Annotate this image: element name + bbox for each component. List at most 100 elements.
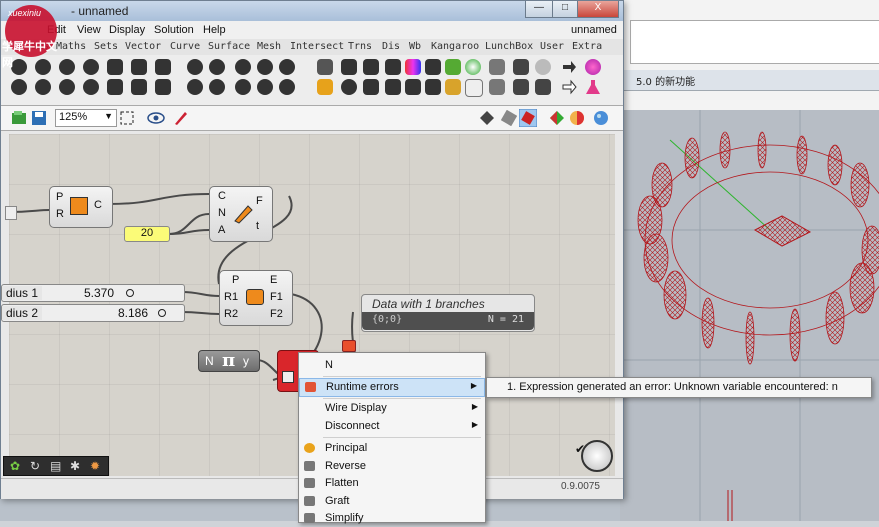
ellipse-component[interactable]: P R1 R2 E F1 F2 xyxy=(219,270,293,326)
output-pin-f1[interactable]: F1 xyxy=(270,291,283,303)
output-pin-c[interactable]: C xyxy=(94,199,102,211)
pi-expression-component[interactable]: N π y xyxy=(198,350,260,372)
zoom-select[interactable]: 125% ▼ xyxy=(55,109,117,127)
ribbon-icon[interactable] xyxy=(489,59,505,75)
arrow-right-icon[interactable] xyxy=(561,59,577,75)
output-pin-e[interactable]: E xyxy=(270,274,277,286)
tab-display[interactable]: Dis xyxy=(382,41,400,52)
ribbon-icon[interactable] xyxy=(385,59,401,75)
input-pin-p[interactable]: P xyxy=(232,274,239,286)
menu-solution[interactable]: Solution xyxy=(154,24,194,36)
color-display-icon[interactable] xyxy=(549,110,565,126)
tab-intersect[interactable]: Intersect xyxy=(290,41,344,52)
output-pin-f2[interactable]: F2 xyxy=(270,308,283,320)
menu-item-principal[interactable]: Principal xyxy=(299,440,485,457)
tab-kangaroo[interactable]: Kangaroo xyxy=(431,41,479,52)
output-pin-y[interactable]: y xyxy=(243,354,249,368)
ribbon-icon[interactable] xyxy=(209,79,225,95)
menu-item-runtime-errors[interactable]: Runtime errors ▶ xyxy=(299,378,485,397)
menu-item-wire-display[interactable]: Wire Display ▶ xyxy=(299,400,485,417)
tab-vector[interactable]: Vector xyxy=(125,41,161,52)
ribbon-icon[interactable] xyxy=(363,79,379,95)
ribbon-icon[interactable] xyxy=(131,79,147,95)
ribbon-icon[interactable] xyxy=(513,59,529,75)
ribbon-icon[interactable] xyxy=(11,79,27,95)
slider-handle[interactable] xyxy=(126,289,134,297)
tab-mesh[interactable]: Mesh xyxy=(257,41,281,52)
ribbon-icon[interactable] xyxy=(279,79,295,95)
tab-wb[interactable]: Wb xyxy=(409,41,421,52)
ribbon-icon[interactable] xyxy=(35,79,51,95)
input-pin-r1[interactable]: R1 xyxy=(224,291,238,303)
input-pin-c[interactable]: C xyxy=(218,190,226,202)
input-param-stub[interactable] xyxy=(5,206,17,220)
open-file-icon[interactable] xyxy=(11,110,27,126)
ribbon-icon[interactable] xyxy=(425,79,441,95)
minimize-button[interactable]: — xyxy=(525,1,553,18)
number-param[interactable]: 20 xyxy=(124,226,170,242)
solver-status-icon[interactable] xyxy=(581,440,613,472)
ribbon-icon[interactable] xyxy=(341,79,357,95)
flask-icon[interactable] xyxy=(585,79,601,95)
ribbon-icon[interactable] xyxy=(535,79,551,95)
zoom-extents-icon[interactable] xyxy=(119,110,137,126)
tab-user[interactable]: User xyxy=(540,41,564,52)
ribbon-icon[interactable] xyxy=(405,59,421,75)
ribbon-icon[interactable] xyxy=(155,79,171,95)
save-icon[interactable] xyxy=(31,110,47,126)
ribbon-icon[interactable] xyxy=(187,59,203,75)
menu-item-flatten[interactable]: Flatten xyxy=(299,475,485,492)
rhino-command-history[interactable] xyxy=(630,20,879,64)
preview-shaded-icon[interactable] xyxy=(501,110,517,126)
ribbon-icon[interactable] xyxy=(235,79,251,95)
maximize-button[interactable]: □ xyxy=(552,1,578,18)
ribbon-icon[interactable] xyxy=(83,59,99,75)
tab-extra[interactable]: Extra xyxy=(572,41,602,52)
ribbon-icon[interactable] xyxy=(445,79,461,95)
sketch-brush-icon[interactable] xyxy=(173,110,189,126)
ribbon-icon[interactable] xyxy=(363,59,379,75)
preview-selected-icon[interactable] xyxy=(519,109,537,127)
ribbon-icon[interactable] xyxy=(257,79,273,95)
ribbon-icon[interactable] xyxy=(279,59,295,75)
ribbon-icon[interactable] xyxy=(513,79,529,95)
tab-transform[interactable]: Trns xyxy=(348,41,372,52)
input-pin-r[interactable]: R xyxy=(56,208,64,220)
ribbon-icon[interactable] xyxy=(107,79,123,95)
table-icon[interactable]: ▤ xyxy=(50,459,61,473)
ribbon-icon[interactable] xyxy=(235,59,251,75)
ribbon-icon[interactable] xyxy=(83,79,99,95)
ribbon-icon[interactable] xyxy=(257,59,273,75)
menu-display[interactable]: Display xyxy=(109,24,145,36)
ribbon-icon[interactable] xyxy=(187,79,203,95)
eye-icon[interactable] xyxy=(147,110,167,126)
tab-surface[interactable]: Surface xyxy=(208,41,250,52)
tab-sets[interactable]: Sets xyxy=(94,41,118,52)
ribbon-icon[interactable] xyxy=(317,59,333,75)
data-panel[interactable]: Data with 1 branches {0;0} N = 21 xyxy=(361,294,535,332)
error-message[interactable]: 1. Expression generated an error: Unknow… xyxy=(507,381,838,393)
menu-item-disconnect[interactable]: Disconnect ▶ xyxy=(299,418,485,435)
input-pin-p[interactable]: P xyxy=(56,191,63,203)
close-button[interactable]: X xyxy=(577,1,619,18)
arrow-right-outline-icon[interactable] xyxy=(561,79,577,95)
tab-curve[interactable]: Curve xyxy=(170,41,200,52)
plant-icon[interactable]: ✿ xyxy=(10,459,20,473)
menu-item-simplify[interactable]: Simplify xyxy=(299,510,485,527)
preview-wire-icon[interactable] xyxy=(479,110,495,126)
menu-item-graft[interactable]: Graft xyxy=(299,493,485,510)
settings-icon[interactable]: ✹ xyxy=(90,459,100,473)
menu-item-name[interactable]: N xyxy=(299,357,485,374)
material-icon[interactable] xyxy=(569,110,585,126)
ribbon-icon[interactable] xyxy=(107,59,123,75)
menu-view[interactable]: View xyxy=(77,24,101,36)
ribbon-icon[interactable] xyxy=(585,59,601,75)
ribbon-icon[interactable] xyxy=(465,59,481,75)
output-pin-f[interactable]: F xyxy=(256,195,263,207)
menu-help[interactable]: Help xyxy=(203,24,226,36)
rhino-viewport[interactable] xyxy=(620,110,879,521)
circle-component[interactable]: P R C xyxy=(49,186,113,228)
input-pin-a[interactable]: A xyxy=(218,224,225,236)
ribbon-icon[interactable] xyxy=(131,59,147,75)
slider-radius-1[interactable]: dius 1 5.370 xyxy=(1,284,185,302)
